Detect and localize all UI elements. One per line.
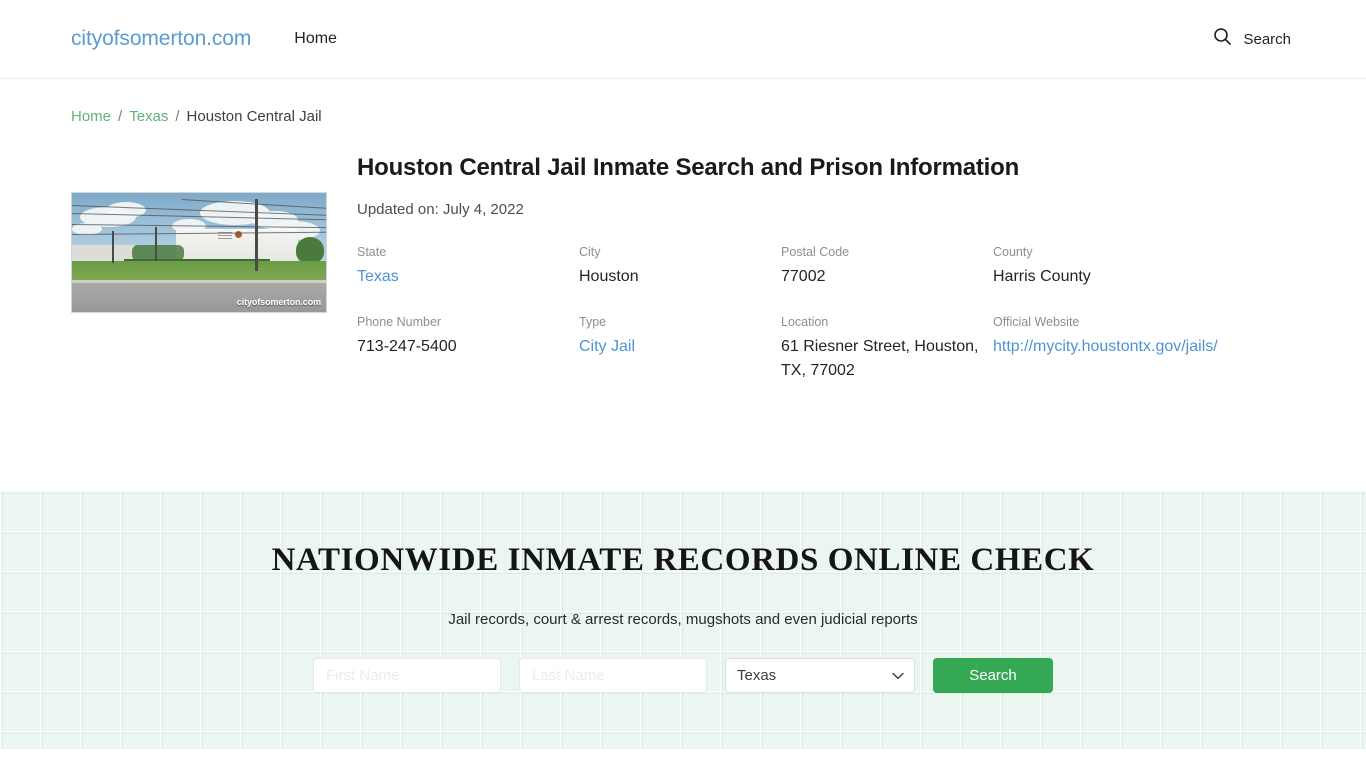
site-logo-link[interactable]: cityofsomerton.com (71, 27, 251, 51)
photo-utility-pole (112, 231, 114, 263)
header-search-toggle[interactable]: Search (1213, 27, 1295, 51)
info-value: Harris County (993, 268, 1091, 285)
first-name-input[interactable] (313, 658, 501, 693)
info-label: City (579, 245, 601, 259)
info-field-city: City Houston (579, 245, 781, 289)
breadcrumb-item-current: Houston Central Jail (186, 108, 322, 125)
header-inner: cityofsomerton.com Home Search (63, 0, 1303, 78)
nav-item-home[interactable]: Home (292, 26, 339, 52)
info-field-official-website: Official Website http://mycity.houstontx… (993, 315, 1295, 383)
info-label: Location (781, 315, 829, 329)
info-value: 713-247-5400 (357, 338, 457, 355)
info-field-county: County Harris County (993, 245, 1295, 289)
info-value: Houston (579, 268, 639, 285)
breadcrumb-separator: / (175, 108, 180, 125)
breadcrumb-container: Home / Texas / Houston Central Jail (63, 79, 1303, 125)
info-field-postal-code: Postal Code 77002 (781, 245, 993, 289)
site-header: cityofsomerton.com Home Search (0, 0, 1366, 79)
info-field-state: State Texas (357, 245, 579, 289)
info-value: 77002 (781, 268, 826, 285)
info-label: State (357, 245, 387, 259)
header-search-label: Search (1243, 30, 1291, 48)
info-value: City Jail (579, 335, 781, 359)
state-link[interactable]: Texas (357, 268, 399, 285)
facility-image-column: cityofsomerton.com (71, 153, 327, 383)
promo-title: NATIONWIDE INMATE RECORDS ONLINE CHECK (271, 542, 1095, 578)
info-value: 61 Riesner Street, Houston, TX, 77002 (781, 338, 979, 379)
facility-section: cityofsomerton.com Houston Central Jail … (63, 153, 1303, 383)
info-label: Postal Code (781, 245, 850, 259)
info-field-phone-number: Phone Number 713-247-5400 (357, 315, 579, 383)
type-link[interactable]: City Jail (579, 338, 635, 355)
facility-photo: cityofsomerton.com (71, 192, 327, 313)
state-select[interactable]: Texas (725, 658, 915, 693)
photo-utility-pole (155, 227, 157, 261)
info-field-location: Location 61 Riesner Street, Houston, TX,… (781, 315, 993, 383)
photo-tree (296, 237, 324, 263)
search-icon (1213, 27, 1232, 51)
inmate-search-button[interactable]: Search (933, 658, 1053, 693)
info-value: Texas (357, 265, 579, 289)
breadcrumb: Home / Texas / Houston Central Jail (71, 108, 1295, 125)
inmate-search-form: Texas Search (313, 658, 1053, 693)
state-select-wrapper: Texas (725, 658, 915, 693)
info-label: Type (579, 315, 607, 329)
facility-info-grid: State Texas City Houston Postal Code 770… (357, 245, 1295, 383)
last-name-input[interactable] (519, 658, 707, 693)
info-label: County (993, 245, 1033, 259)
primary-nav: Home (292, 26, 339, 52)
photo-utility-pole (255, 199, 258, 271)
breadcrumb-separator: / (118, 108, 123, 125)
official-website-link[interactable]: http://mycity.houstontx.gov/jails/ (993, 338, 1218, 355)
facility-details-column: Houston Central Jail Inmate Search and P… (327, 153, 1295, 383)
inmate-records-promo: NATIONWIDE INMATE RECORDS ONLINE CHECK J… (0, 491, 1366, 749)
info-value: http://mycity.houstontx.gov/jails/ (993, 335, 1295, 359)
promo-subtitle: Jail records, court & arrest records, mu… (448, 611, 918, 628)
info-label: Official Website (993, 315, 1080, 329)
photo-watermark: cityofsomerton.com (236, 297, 321, 307)
updated-date: Updated on: July 4, 2022 (357, 201, 524, 218)
breadcrumb-item-home[interactable]: Home (71, 108, 111, 125)
breadcrumb-item-texas[interactable]: Texas (129, 108, 168, 125)
info-field-type: Type City Jail (579, 315, 781, 383)
info-label: Phone Number (357, 315, 442, 329)
page-title: Houston Central Jail Inmate Search and P… (357, 154, 1020, 181)
